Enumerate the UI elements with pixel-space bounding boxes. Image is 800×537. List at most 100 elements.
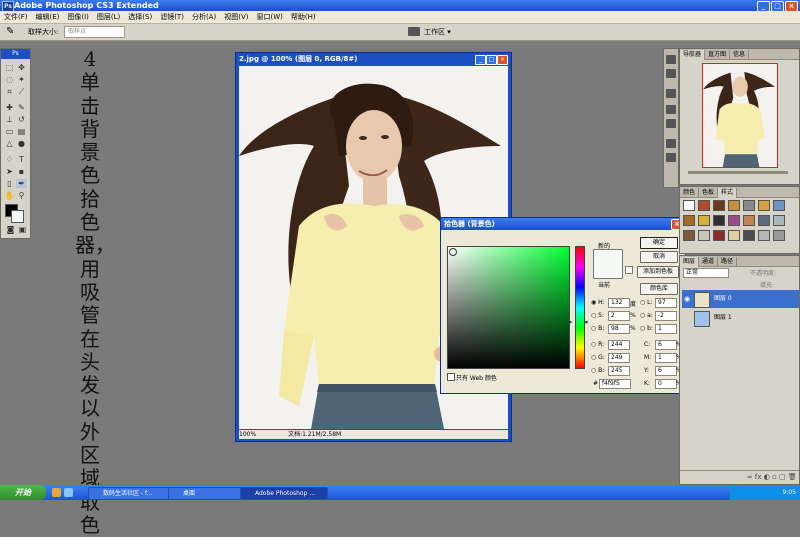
eyedropper-tool-icon[interactable]: ✒ — [16, 179, 27, 188]
h-radio[interactable]: ◉ H: — [591, 299, 605, 306]
rgb-b-radio[interactable]: ○ B: — [591, 367, 604, 374]
style-swatch[interactable] — [683, 200, 695, 211]
tab-layers[interactable]: 图层 — [680, 257, 700, 267]
lab-b-radio[interactable]: ○ b: — [640, 325, 653, 332]
lab-a-radio[interactable]: ○ a: — [640, 312, 653, 319]
doc-maximize-button[interactable]: □ — [486, 55, 497, 65]
style-swatch[interactable] — [758, 230, 770, 241]
eyedropper-icon[interactable]: ✎ — [6, 26, 14, 37]
style-swatch[interactable] — [743, 215, 755, 226]
navigator-thumbnail[interactable] — [702, 63, 778, 168]
style-swatch[interactable] — [773, 215, 785, 226]
menu-file[interactable]: 文件(F) — [0, 11, 32, 23]
zoom-tool-icon[interactable]: ⚲ — [16, 191, 27, 200]
k-field[interactable]: 0 — [655, 379, 677, 389]
brushes-panel-icon[interactable] — [666, 105, 676, 114]
magic-wand-icon[interactable]: ✦ — [16, 75, 27, 84]
layer-row[interactable]: 图层 1 — [682, 309, 799, 327]
task-desktop[interactable]: 桌面 — [168, 487, 248, 500]
style-swatch[interactable] — [743, 200, 755, 211]
tab-channels[interactable]: 通道 — [699, 257, 719, 267]
web-safe-warning-icon[interactable] — [625, 266, 633, 274]
style-swatch[interactable] — [698, 200, 710, 211]
style-swatch[interactable] — [713, 200, 725, 211]
hand-tool-icon[interactable]: ✋ — [4, 191, 15, 200]
blend-mode-select[interactable]: 正常 — [683, 268, 729, 278]
style-swatch[interactable] — [758, 215, 770, 226]
g-field[interactable]: 249 — [608, 353, 630, 363]
crop-tool-icon[interactable]: ⌗ — [4, 87, 15, 96]
screen-mode-icon[interactable]: ▣ — [17, 225, 28, 234]
hue-slider[interactable] — [575, 246, 585, 369]
color-libraries-button[interactable]: 颜色库 — [640, 283, 678, 295]
tab-swatches[interactable]: 色板 — [699, 188, 719, 198]
style-swatch[interactable] — [728, 215, 740, 226]
gradient-tool-icon[interactable]: ▤ — [16, 127, 27, 136]
start-button[interactable]: 开始 — [0, 485, 46, 500]
style-swatch[interactable] — [728, 200, 740, 211]
b-field[interactable]: 98 — [608, 324, 630, 334]
style-swatch[interactable] — [728, 230, 740, 241]
tab-color[interactable]: 颜色 — [680, 188, 700, 198]
s-radio[interactable]: ○ S: — [591, 312, 604, 319]
lab-a-field[interactable]: -2 — [655, 311, 677, 321]
g-radio[interactable]: ○ G: — [591, 354, 605, 361]
stamp-tool-icon[interactable]: ⊥ — [4, 115, 15, 124]
web-only-checkbox[interactable] — [447, 373, 455, 381]
move-tool-icon[interactable]: ✥ — [16, 63, 27, 72]
eraser-tool-icon[interactable]: ▭ — [4, 127, 15, 136]
menu-select[interactable]: 选择(S) — [124, 11, 156, 23]
clock[interactable]: 9:05 — [783, 489, 796, 496]
actions-panel-icon[interactable] — [666, 69, 676, 78]
lab-b-field[interactable]: 1 — [655, 324, 677, 334]
history-brush-icon[interactable]: ↺ — [16, 115, 27, 124]
r-radio[interactable]: ○ R: — [591, 341, 604, 348]
menu-edit[interactable]: 编辑(E) — [32, 11, 64, 23]
lab-l-field[interactable]: 97 — [655, 298, 677, 308]
quicklaunch-ie-icon[interactable] — [52, 488, 61, 497]
style-swatch[interactable] — [713, 215, 725, 226]
visibility-eye-icon[interactable]: ◉ — [684, 290, 690, 308]
type-tool-icon[interactable]: T — [16, 155, 27, 164]
quick-mask-icon[interactable]: ◙ — [5, 225, 16, 234]
notes-tool-icon[interactable]: ▯ — [4, 179, 15, 188]
background-color-swatch[interactable] — [11, 210, 24, 223]
tab-paths[interactable]: 路径 — [718, 257, 738, 267]
menu-image[interactable]: 图像(I) — [63, 11, 93, 23]
tab-histogram[interactable]: 直方图 — [705, 50, 731, 60]
navigator-zoom-slider[interactable] — [688, 171, 788, 174]
style-swatch[interactable] — [773, 200, 785, 211]
layer-row[interactable]: ◉ 图层 0 — [682, 290, 799, 308]
style-swatch[interactable] — [743, 230, 755, 241]
rgb-b-field[interactable]: 245 — [608, 366, 630, 376]
task-photoshop[interactable]: Adobe Photoshop ... — [240, 487, 328, 500]
menu-layer[interactable]: 图层(L) — [93, 11, 124, 23]
color-field[interactable] — [447, 246, 570, 369]
marquee-tool-icon[interactable]: ⬚ — [4, 63, 15, 72]
y-field[interactable]: 6 — [655, 366, 677, 376]
lasso-tool-icon[interactable]: ◌ — [4, 75, 15, 84]
style-swatch[interactable] — [683, 230, 695, 241]
paragraph-panel-icon[interactable] — [666, 153, 676, 162]
history-panel-icon[interactable] — [666, 55, 676, 64]
brush-tool-icon[interactable]: ✎ — [16, 103, 27, 112]
h-field[interactable]: 132 — [608, 298, 630, 308]
c-field[interactable]: 6 — [655, 340, 677, 350]
workspace-button[interactable]: 工作区 ▾ — [424, 27, 451, 37]
path-selection-icon[interactable]: ➤ — [4, 167, 15, 176]
b-radio[interactable]: ○ B: — [591, 325, 604, 332]
sample-size-select[interactable]: 取样点 — [64, 26, 125, 38]
clone-source-icon[interactable] — [666, 119, 676, 128]
doc-minimize-button[interactable]: _ — [475, 55, 486, 65]
zoom-level[interactable]: 100% — [239, 431, 256, 438]
r-field[interactable]: 244 — [608, 340, 630, 350]
s-field[interactable]: 2 — [608, 311, 630, 321]
tool-presets-icon[interactable] — [666, 89, 676, 98]
layers-footer-icons[interactable]: ∞ fx ◐ ▫ ▢ 🗑︎ — [680, 470, 799, 483]
pen-tool-icon[interactable]: ♢ — [4, 155, 15, 164]
blur-tool-icon[interactable]: △ — [4, 139, 15, 148]
style-swatch[interactable] — [698, 230, 710, 241]
quicklaunch-desktop-icon[interactable] — [64, 488, 73, 497]
ok-button[interactable]: 确定 — [640, 237, 678, 249]
style-swatch[interactable] — [758, 200, 770, 211]
